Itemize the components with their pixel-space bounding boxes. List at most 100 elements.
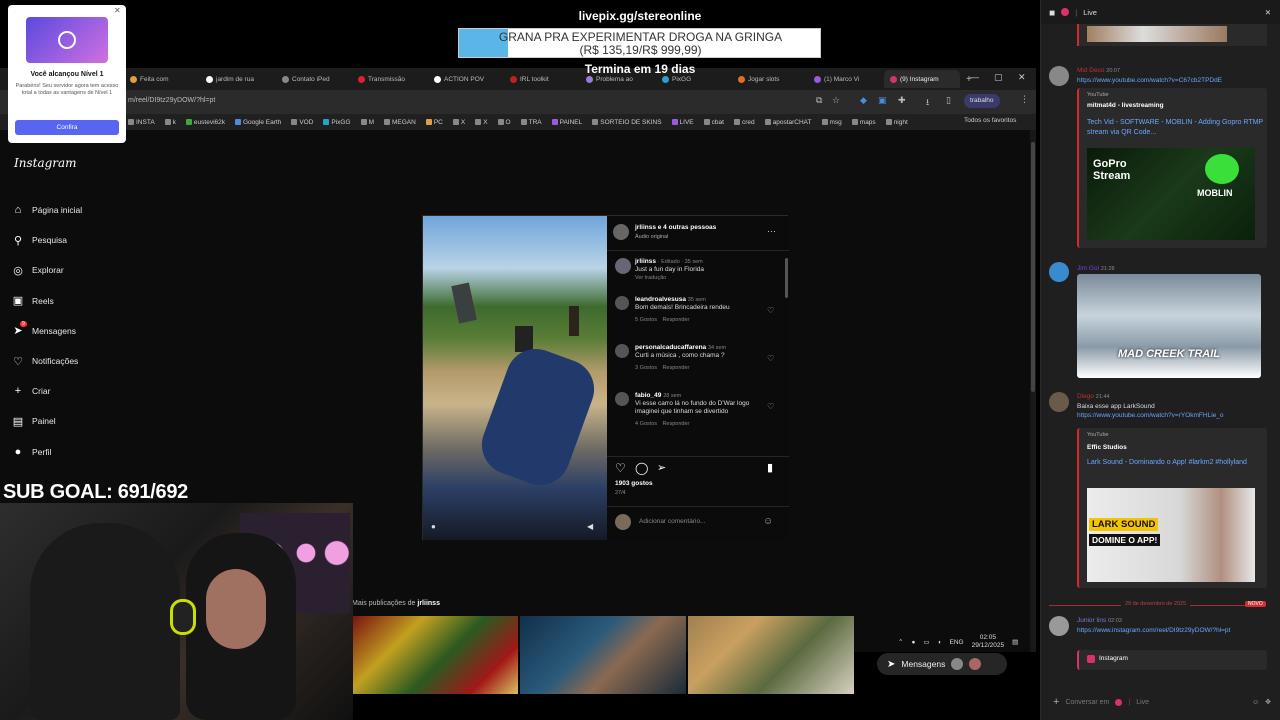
add-attachment-icon[interactable]: + [1053, 696, 1059, 708]
bookmark-item[interactable]: k [164, 119, 176, 126]
mic-icon[interactable]: ● [911, 639, 915, 646]
browser-tab[interactable]: Contato iPed [276, 70, 352, 88]
bookmark-item[interactable]: O [497, 119, 511, 126]
embed-thumb[interactable] [1087, 26, 1227, 42]
bookmark-item[interactable]: eustevi62k [185, 119, 225, 126]
more-post-thumb[interactable] [688, 616, 854, 694]
nav-item-explorar[interactable]: ◎ Explorar [12, 264, 63, 277]
caption-avatar[interactable] [615, 258, 631, 274]
browser-tab[interactable]: ACTION POV [428, 70, 504, 88]
minimize-icon[interactable]: — [970, 72, 979, 82]
close-window-icon[interactable]: ✕ [1018, 72, 1026, 83]
nav-item-painel[interactable]: ▤ Painel [12, 415, 56, 428]
chat-link[interactable]: https://www.youtube.com/watch?v=C67cb2TP… [1077, 77, 1222, 84]
volume-icon[interactable]: ◖ [938, 639, 942, 646]
bookmark-item[interactable]: PixGG [323, 119, 351, 126]
close-icon[interactable]: ✕ [1265, 8, 1271, 17]
mute-icon[interactable]: ◀ [587, 522, 593, 531]
bookmark-item[interactable]: apostarCHAT [764, 119, 812, 126]
install-icon[interactable]: ⧉ [816, 95, 822, 106]
chat-author[interactable]: Diego [1077, 393, 1094, 400]
browser-tab[interactable]: jardim de rua [200, 70, 276, 88]
browser-tab[interactable]: (1) Marco Vi [808, 70, 884, 88]
sidebar-icon[interactable]: ▯ [946, 95, 951, 106]
bookmark-item[interactable]: night [885, 119, 908, 126]
more-post-thumb[interactable] [352, 616, 518, 694]
embed-thumbnail[interactable]: LARK SOUND DOMINE O APP! [1087, 488, 1255, 582]
more-options-icon[interactable]: ··· [767, 226, 776, 236]
embed-title[interactable]: Tech Vid - SOFTWARE - MOBLIN - Adding Go… [1087, 118, 1263, 138]
close-icon[interactable]: ✕ [114, 6, 121, 15]
comment-like-icon[interactable]: ♡ [767, 354, 783, 363]
language-indicator[interactable]: ENG [949, 639, 963, 646]
nav-item-criar[interactable]: + Criar [12, 385, 51, 397]
messages-button[interactable]: ➤ Mensagens [877, 653, 1007, 675]
comment-likes[interactable]: 4 Gostos [635, 420, 657, 428]
chat-avatar[interactable] [1049, 262, 1069, 282]
bookmark-item[interactable]: LIVE [671, 119, 694, 126]
comment-user[interactable]: fabio_49 [635, 392, 661, 399]
bookmark-item[interactable]: PAINEL [551, 119, 582, 126]
bookmark-item[interactable]: SORTEIO DE SKINS [592, 119, 662, 126]
user-tag-icon[interactable]: ● [431, 522, 436, 531]
chat-author[interactable]: Jim Gol [1077, 265, 1099, 272]
all-bookmarks[interactable]: Todos os favoritos [964, 117, 1016, 124]
browser-tab[interactable]: Jogar slots [732, 70, 808, 88]
see-translation[interactable]: Ver tradução [635, 275, 666, 281]
chat-avatar[interactable] [1049, 616, 1069, 636]
comment-avatar[interactable] [615, 392, 629, 406]
embed-thumbnail[interactable]: GoPro Stream MOBLIN [1087, 148, 1255, 240]
save-icon[interactable]: ▮ [767, 461, 773, 474]
bookmark-item[interactable]: X [452, 119, 465, 126]
comments-scrollbar[interactable] [785, 258, 788, 298]
clock[interactable]: 02:05 29/12/2025 [972, 634, 1005, 650]
browser-tab[interactable]: Feita com [124, 70, 200, 88]
comment-like-icon[interactable]: ♡ [767, 402, 783, 411]
comment-user[interactable]: leandroalvesusa [635, 296, 686, 303]
star-icon[interactable]: ☆ [832, 95, 840, 106]
comment-likes[interactable]: 5 Gostos [635, 316, 657, 324]
embed-title[interactable]: Lark Sound - Dominando o App! #larkm2 #h… [1087, 458, 1263, 468]
reply-button[interactable]: Responder [662, 421, 689, 427]
more-posts-user[interactable]: jrliinss [417, 600, 440, 607]
share-icon[interactable]: ➢ [657, 461, 666, 474]
bookmark-item[interactable]: Google Earth [235, 119, 281, 126]
chat-author[interactable]: Mid Deco [1077, 67, 1104, 74]
comment-input[interactable]: Adicionar comentário... [639, 518, 705, 525]
likes-count[interactable]: 1903 gostos [615, 480, 653, 487]
browser-tab[interactable]: Transmissão [352, 70, 428, 88]
extensions-puzzle-icon[interactable]: ✚ [898, 95, 906, 106]
comment-user[interactable]: personalcaducaffarena [635, 344, 706, 351]
nav-item-reels[interactable]: ▣ Reels [12, 295, 54, 307]
bookmark-item[interactable]: cred [733, 119, 755, 126]
bookmark-item[interactable]: TRA [520, 119, 542, 126]
network-icon[interactable]: ▭ [923, 638, 929, 646]
comment-likes[interactable]: 3 Gostos [635, 364, 657, 372]
nav-item-pesquisa[interactable]: ⚲ Pesquisa [12, 234, 67, 247]
page-scrollbar-thumb[interactable] [1031, 142, 1035, 392]
comment-avatar[interactable] [615, 296, 629, 310]
maximize-icon[interactable]: ▢ [994, 72, 1003, 83]
extension-icon[interactable]: ▣ [878, 95, 887, 106]
apps-icon[interactable]: ✥ [1265, 698, 1271, 706]
bookmark-item[interactable]: X [475, 119, 488, 126]
bookmark-item[interactable]: cbat [703, 119, 724, 126]
url-field[interactable]: m/reel/DI9tz29yDOW/?hl=pt [128, 97, 215, 104]
comment-avatar[interactable] [615, 344, 629, 358]
reel-video[interactable]: ● ◀ [423, 216, 607, 540]
instagram-logo[interactable]: Instagram [14, 156, 77, 170]
reply-button[interactable]: Responder [662, 317, 689, 323]
confira-button[interactable]: Confira [15, 120, 119, 135]
bookmark-item[interactable]: maps [851, 119, 876, 126]
bookmark-item[interactable]: PC [425, 119, 443, 126]
comment-like-icon[interactable]: ♡ [767, 306, 783, 315]
embed-author[interactable]: Effic Studios [1087, 444, 1127, 451]
embed-label[interactable]: Instagram [1099, 655, 1128, 662]
reply-button[interactable]: Responder [662, 365, 689, 371]
emoji-icon[interactable]: ☺ [1252, 699, 1259, 706]
bookmark-item[interactable]: M [360, 119, 374, 126]
nav-item-notificações[interactable]: ♡ Notificações [12, 355, 78, 368]
emoji-icon[interactable]: ☺ [763, 516, 773, 527]
embed-author[interactable]: mitmat4d - livestreaming [1087, 102, 1164, 109]
nav-item-perfil[interactable]: ● Perfil [12, 446, 52, 458]
